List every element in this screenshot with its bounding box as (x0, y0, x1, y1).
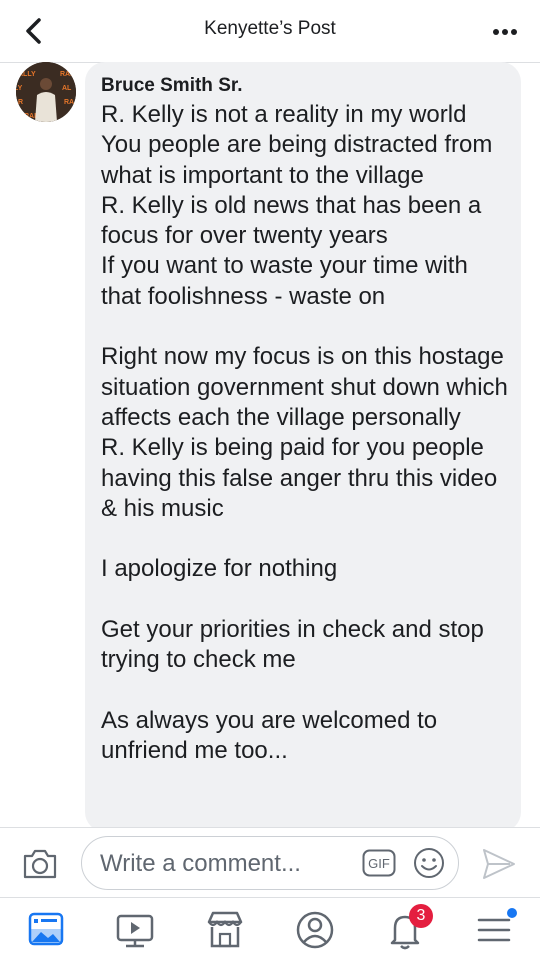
bottom-tab-bar (0, 897, 540, 961)
comment-composer: Write a comment... GIF (0, 827, 540, 898)
notifications-badge: 3 (409, 904, 433, 928)
comment-author[interactable]: Bruce Smith Sr. (101, 75, 243, 97)
avatar[interactable]: ALLYRALL LYAL RRA RALLY (16, 62, 76, 122)
send-icon[interactable] (480, 846, 518, 882)
camera-icon[interactable] (22, 846, 58, 882)
more-dots-icon[interactable] (492, 28, 518, 36)
watch-video-icon[interactable] (113, 908, 157, 952)
comment-text: R. Kelly is not a reality in my world Yo… (101, 101, 508, 765)
svg-text:RA: RA (64, 99, 74, 106)
svg-text:LY: LY (16, 85, 23, 92)
gif-label: GIF (368, 856, 390, 871)
svg-text:RALL: RALL (60, 71, 76, 78)
marketplace-icon[interactable] (203, 908, 247, 952)
comment-bubble: Bruce Smith Sr. R. Kelly is not a realit… (85, 62, 521, 832)
comment-input[interactable]: Write a comment... GIF (81, 836, 459, 890)
menu-new-dot (507, 908, 517, 918)
svg-text:R: R (18, 99, 23, 106)
profile-icon[interactable] (293, 908, 337, 952)
page-title: Kenyette’s Post (204, 18, 336, 39)
avatar-image: ALLYRALL LYAL RRA RALLY (16, 62, 76, 122)
svg-text:AL: AL (62, 85, 72, 92)
emoji-icon[interactable] (413, 847, 445, 879)
gif-icon[interactable]: GIF (362, 849, 396, 877)
news-feed-icon[interactable] (24, 908, 68, 952)
comment-placeholder: Write a comment... (100, 850, 301, 877)
svg-text:ALLY: ALLY (18, 71, 36, 78)
header: Kenyette’s Post (0, 0, 540, 63)
